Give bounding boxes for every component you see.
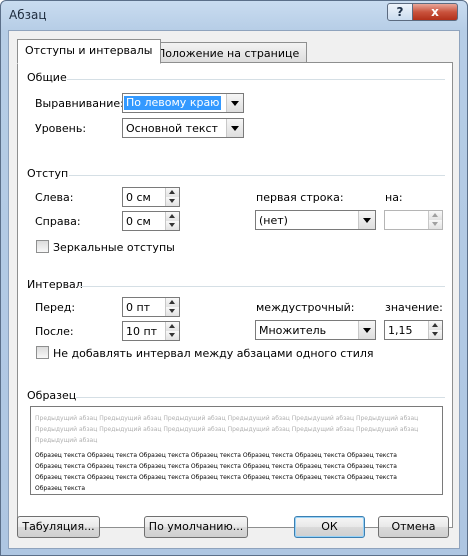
preview-previous-line: Предыдущий абзац [35, 437, 98, 444]
paragraph-preview: Предыдущий абзац Предыдущий абзац Предыд… [30, 406, 443, 495]
preview-previous-line: Предыдущий абзац Предыдущий абзац Предыд… [35, 426, 419, 433]
set-default-button[interactable]: По умолчанию... [144, 516, 248, 538]
indent-by-label: на: [385, 191, 403, 204]
tab-label: Отступы и интервалы [25, 44, 153, 57]
chevron-down-icon[interactable] [358, 321, 375, 339]
spacing-at-label: значение: [385, 301, 443, 314]
indent-by-spinner[interactable] [384, 210, 443, 230]
preview-sample-line: Образец текста Образец текста Образец те… [35, 474, 397, 481]
space-after-label: После: [35, 325, 74, 338]
chevron-down-icon[interactable] [226, 119, 243, 137]
line-spacing-label: междустрочный: [256, 301, 355, 314]
indent-right-label: Справа: [35, 215, 81, 228]
chevron-down-icon[interactable] [358, 211, 375, 229]
tab-indents-and-spacing[interactable]: Отступы и интервалы [17, 39, 161, 64]
spin-down-icon[interactable] [165, 221, 179, 230]
help-icon: ? [396, 5, 404, 19]
spin-up-icon[interactable] [165, 322, 179, 331]
general-separator [67, 79, 445, 80]
spin-down-icon[interactable] [165, 331, 179, 340]
level-label: Уровень: [35, 122, 87, 135]
preview-section-title: Образец [27, 389, 77, 402]
indent-separator [69, 175, 445, 176]
first-line-dropdown[interactable]: (нет) [255, 210, 376, 230]
ok-button[interactable]: ОК [294, 516, 365, 538]
close-button[interactable]: x [412, 3, 458, 21]
tabs-button-label: Табуляция... [22, 520, 95, 533]
spin-down-icon[interactable] [165, 307, 179, 316]
spin-down-icon[interactable] [428, 220, 442, 229]
tab-label: Положение на странице [157, 47, 300, 60]
spin-up-icon[interactable] [165, 188, 179, 197]
spin-up-icon[interactable] [428, 211, 442, 220]
spin-up-icon[interactable] [428, 321, 442, 330]
alignment-dropdown[interactable]: По левому краю [122, 93, 244, 113]
indent-left-value: 0 см [126, 191, 151, 204]
space-before-label: Перед: [35, 301, 76, 314]
title-bar[interactable]: Абзац ? x [1, 1, 467, 31]
cancel-button[interactable]: Отмена [378, 516, 449, 538]
indent-left-label: Слева: [35, 191, 74, 204]
no-space-same-style-label[interactable]: Не добавлять интервал между абзацами одн… [53, 347, 374, 360]
ok-button-label: ОК [321, 520, 338, 533]
no-space-same-style-checkbox[interactable] [36, 346, 49, 359]
spacing-separator [78, 286, 445, 287]
indent-section-title: Отступ [27, 167, 69, 180]
spin-up-icon[interactable] [165, 298, 179, 307]
mirror-indents-label[interactable]: Зеркальные отступы [53, 241, 175, 254]
level-value: Основной текст [126, 122, 218, 135]
paragraph-dialog: Абзац ? x Отступы и интервалы Положение … [0, 0, 468, 556]
space-after-value: 10 пт [126, 325, 158, 338]
first-line-label: первая строка: [256, 191, 344, 204]
indent-right-spinner[interactable]: 0 см [122, 211, 180, 231]
indent-left-spinner[interactable]: 0 см [122, 187, 180, 207]
spacing-at-spinner[interactable]: 1,15 [384, 320, 443, 340]
line-spacing-dropdown[interactable]: Множитель [255, 320, 376, 340]
indent-right-value: 0 см [126, 215, 151, 228]
preview-sample-line: Образец текста Образец текста Образец те… [35, 463, 397, 470]
preview-sample-line: Образец текста Образец текста Образец те… [35, 452, 397, 459]
space-before-value: 0 пт [126, 301, 151, 314]
window-title: Абзац [9, 8, 47, 22]
spacing-at-value: 1,15 [388, 324, 413, 337]
tab-line-and-page-breaks[interactable]: Положение на странице [149, 42, 308, 64]
alignment-value: По левому краю [124, 96, 222, 110]
first-line-value: (нет) [259, 214, 288, 227]
spin-down-icon[interactable] [165, 197, 179, 206]
preview-sample-line: Образец текста [35, 485, 86, 492]
set-default-button-label: По умолчанию... [148, 520, 244, 533]
tabs-button[interactable]: Табуляция... [17, 516, 100, 538]
space-before-spinner[interactable]: 0 пт [122, 297, 180, 317]
general-section-title: Общие [27, 71, 67, 84]
preview-previous-line: Предыдущий абзац Предыдущий абзац Предыд… [35, 415, 419, 422]
spacing-section-title: Интервал [27, 278, 83, 291]
level-dropdown[interactable]: Основной текст [122, 118, 244, 138]
help-button[interactable]: ? [387, 3, 413, 21]
mirror-indents-checkbox[interactable] [36, 240, 49, 253]
cancel-button-label: Отмена [391, 520, 436, 533]
close-icon: x [431, 5, 439, 19]
line-spacing-value: Множитель [259, 324, 327, 337]
spin-up-icon[interactable] [165, 212, 179, 221]
space-after-spinner[interactable]: 10 пт [122, 321, 180, 341]
alignment-label: Выравнивание: [35, 97, 124, 110]
preview-separator [76, 397, 445, 398]
chevron-down-icon[interactable] [226, 94, 243, 112]
spin-down-icon[interactable] [428, 330, 442, 339]
